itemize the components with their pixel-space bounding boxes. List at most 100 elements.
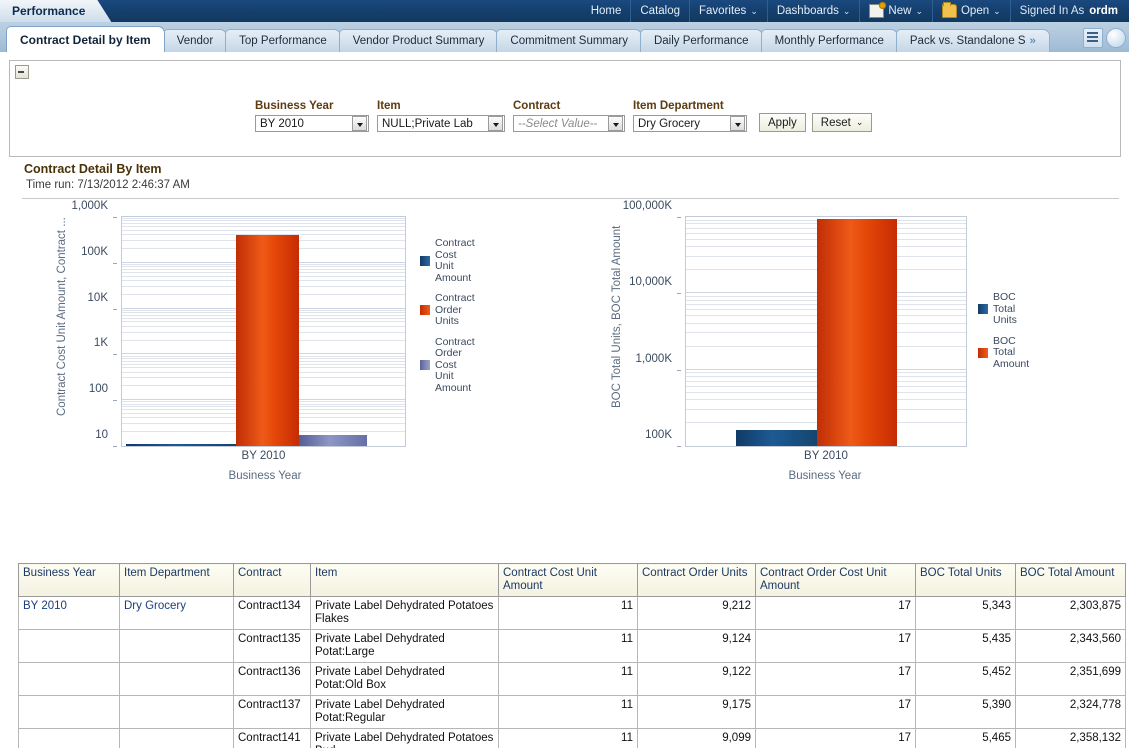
table-cell-contract-order-units: 9,122 bbox=[638, 663, 756, 696]
table-row: BY 2010Dry GroceryContract134Private Lab… bbox=[19, 597, 1126, 630]
table-column-header[interactable]: Item Department bbox=[120, 564, 234, 597]
report-title: Contract Detail By Item bbox=[24, 162, 162, 176]
table-row: Contract141Private Label Dehydrated Pota… bbox=[19, 729, 1126, 748]
prompt-select-contract[interactable]: --Select Value-- bbox=[513, 115, 625, 132]
legend-item[interactable]: Contract Cost Unit Amount bbox=[420, 238, 530, 284]
nav-item-favorites[interactable]: Favorites⌄ bbox=[689, 0, 767, 22]
legend-swatch bbox=[420, 360, 430, 370]
table-cell-contract-cost-unit-amount: 11 bbox=[499, 630, 638, 663]
prompt-business-year: Business Year BY 2010 bbox=[255, 100, 369, 132]
table-cell-item-department[interactable] bbox=[120, 663, 234, 696]
tab-contract-detail-by-item[interactable]: Contract Detail by Item bbox=[6, 26, 165, 52]
boc-chart[interactable]: BOC Total Units, BOC Total Amount 100K1,… bbox=[610, 202, 1090, 492]
table-cell-boc-total-amount: 2,351,699 bbox=[1016, 663, 1126, 696]
dropdown-arrow-icon[interactable] bbox=[488, 116, 503, 131]
signed-in-as[interactable]: Signed In Asordm bbox=[1010, 0, 1127, 22]
reset-button[interactable]: Reset⌄ bbox=[812, 113, 873, 132]
title-divider bbox=[22, 198, 1119, 199]
nav-item-home[interactable]: Home bbox=[582, 0, 631, 22]
nav-item-open[interactable]: Open⌄ bbox=[932, 0, 1010, 22]
table-column-header[interactable]: BOC Total Units bbox=[916, 564, 1016, 597]
boc-chart-legend: BOC Total Units BOC Total Amount bbox=[978, 292, 1088, 379]
gridline-minor bbox=[122, 218, 405, 219]
table-cell-item-department[interactable] bbox=[120, 696, 234, 729]
tab-overflow-icon[interactable]: » bbox=[1030, 35, 1036, 47]
legend-swatch bbox=[420, 305, 430, 315]
bar-boc-total-units[interactable] bbox=[736, 430, 817, 446]
boc-chart-xtick: BY 2010 bbox=[685, 450, 967, 462]
bar-contract-order-units[interactable] bbox=[236, 235, 299, 446]
table-cell-item-department[interactable] bbox=[120, 630, 234, 663]
dropdown-arrow-icon[interactable] bbox=[352, 116, 367, 131]
legend-item[interactable]: BOC Total Units bbox=[978, 292, 1088, 327]
dropdown-arrow-icon[interactable] bbox=[608, 116, 623, 131]
table-cell-business-year[interactable]: BY 2010 bbox=[19, 597, 120, 630]
collapse-icon[interactable] bbox=[15, 65, 29, 79]
prompt-select-item[interactable]: NULL;Private Lab bbox=[377, 115, 505, 132]
table-cell-contract-order-units: 9,124 bbox=[638, 630, 756, 663]
table-column-header[interactable]: Contract bbox=[234, 564, 311, 597]
chevron-down-icon: ⌄ bbox=[750, 6, 758, 17]
tab-commitment-summary[interactable]: Commitment Summary bbox=[496, 29, 642, 52]
table-cell-item: Private Label Dehydrated Potatoes Bud bbox=[311, 729, 499, 748]
bar-boc-total-amount[interactable] bbox=[817, 219, 897, 446]
help-icon[interactable] bbox=[1106, 28, 1126, 48]
y-axis-tick-mark bbox=[113, 263, 117, 264]
table-column-header[interactable]: Business Year bbox=[19, 564, 120, 597]
prompt-value-item: NULL;Private Lab bbox=[382, 118, 473, 130]
table-cell-business-year[interactable] bbox=[19, 696, 120, 729]
charts-container: Contract Cost Unit Amount, Contract ... … bbox=[0, 202, 1129, 552]
tab-top-performance[interactable]: Top Performance bbox=[225, 29, 341, 52]
open-folder-icon bbox=[942, 4, 957, 18]
nav-item-new[interactable]: New⌄ bbox=[859, 0, 932, 22]
table-cell-item-department[interactable]: Dry Grocery bbox=[120, 597, 234, 630]
tab-label: Monthly Performance bbox=[775, 35, 884, 47]
y-axis-tick-label: 1K bbox=[94, 337, 108, 349]
tab-vendor[interactable]: Vendor bbox=[163, 29, 227, 52]
table-cell-business-year[interactable] bbox=[19, 729, 120, 748]
legend-item[interactable]: Contract Order Units bbox=[420, 293, 530, 328]
tab-vendor-product-summary[interactable]: Vendor Product Summary bbox=[339, 29, 499, 52]
tab-pack-vs-standalone-s[interactable]: Pack vs. Standalone S» bbox=[896, 29, 1050, 52]
table-column-header[interactable]: BOC Total Amount bbox=[1016, 564, 1126, 597]
bar-contract-order-cost-unit-amount[interactable] bbox=[299, 435, 367, 446]
table-cell-item-department[interactable] bbox=[120, 729, 234, 748]
report-timestamp: Time run: 7/13/2012 2:46:37 AM bbox=[26, 179, 190, 191]
boc-chart-plot bbox=[685, 216, 967, 447]
y-axis-tick-label: 10 bbox=[95, 429, 108, 441]
table-cell-business-year[interactable] bbox=[19, 663, 120, 696]
page-options-icon[interactable] bbox=[1083, 28, 1103, 48]
table-cell-business-year[interactable] bbox=[19, 630, 120, 663]
table-cell-boc-total-amount: 2,324,778 bbox=[1016, 696, 1126, 729]
table-cell-boc-total-units: 5,465 bbox=[916, 729, 1016, 748]
app-title-tab[interactable]: Performance bbox=[0, 0, 111, 22]
y-axis-tick-mark bbox=[113, 400, 117, 401]
dropdown-arrow-icon[interactable] bbox=[730, 116, 745, 131]
nav-item-dashboards[interactable]: Dashboards⌄ bbox=[767, 0, 860, 22]
prompt-select-business-year[interactable]: BY 2010 bbox=[255, 115, 369, 132]
chevron-down-icon: ⌄ bbox=[993, 6, 1001, 17]
y-axis-tick-label: 100,000K bbox=[623, 200, 672, 212]
legend-item[interactable]: Contract Order Cost Unit Amount bbox=[420, 337, 530, 395]
table-column-header[interactable]: Contract Order Cost Unit Amount bbox=[756, 564, 916, 597]
table-column-header[interactable]: Item bbox=[311, 564, 499, 597]
table-cell-contract-order-cost-unit-amount: 17 bbox=[756, 630, 916, 663]
app-title-label: Performance bbox=[12, 4, 85, 18]
table-column-header[interactable]: Contract Cost Unit Amount bbox=[499, 564, 638, 597]
apply-button[interactable]: Apply bbox=[759, 113, 806, 132]
gridline-minor bbox=[122, 220, 405, 221]
table-column-header[interactable]: Contract Order Units bbox=[638, 564, 756, 597]
table-row: Contract135Private Label Dehydrated Pota… bbox=[19, 630, 1126, 663]
prompt-label-business-year: Business Year bbox=[255, 100, 369, 112]
bar-contract-cost-unit-amount[interactable] bbox=[126, 444, 236, 446]
tab-monthly-performance[interactable]: Monthly Performance bbox=[761, 29, 898, 52]
prompt-select-item-department[interactable]: Dry Grocery bbox=[633, 115, 747, 132]
prompt-label-item-department: Item Department bbox=[633, 100, 747, 112]
table-cell-boc-total-amount: 2,343,560 bbox=[1016, 630, 1126, 663]
contract-chart[interactable]: Contract Cost Unit Amount, Contract ... … bbox=[55, 202, 535, 492]
table-row: Contract136Private Label Dehydrated Pota… bbox=[19, 663, 1126, 696]
tab-daily-performance[interactable]: Daily Performance bbox=[640, 29, 763, 52]
nav-item-catalog[interactable]: Catalog bbox=[630, 0, 689, 22]
legend-item[interactable]: BOC Total Amount bbox=[978, 336, 1088, 371]
chevron-down-icon: ⌄ bbox=[856, 117, 864, 128]
